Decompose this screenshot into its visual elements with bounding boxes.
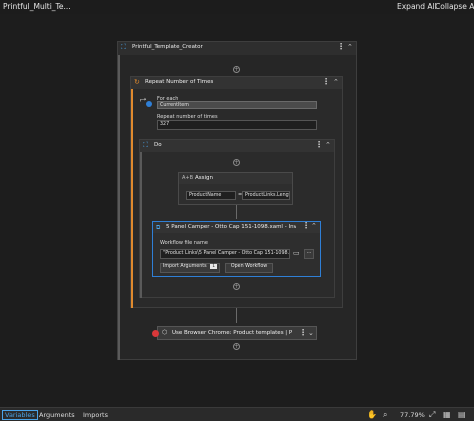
repeat-left-bar xyxy=(131,89,133,308)
repeat-header[interactable]: ↻ Repeat Number of Times ⋮ ⌃ xyxy=(131,77,342,89)
workflow-file-label: Workflow file name xyxy=(160,240,208,246)
fit-to-screen-icon[interactable]: ⤢ xyxy=(429,410,435,420)
assign-icon: A+B xyxy=(182,175,194,181)
repeat-collapse-icon[interactable]: ⌃ xyxy=(333,78,339,86)
import-arguments-label: Import Arguments xyxy=(162,264,207,269)
search-zoom-icon[interactable]: ⌕ xyxy=(383,410,387,420)
workflow-breadcrumb-title[interactable]: Printful_Multi_Te... xyxy=(3,2,71,11)
browser-icon: ⬡ xyxy=(162,329,168,336)
assign-to-field[interactable]: ProductName xyxy=(186,191,236,200)
folder-icon[interactable]: ▭ xyxy=(293,249,303,259)
browser-expand-icon[interactable]: ⌄ xyxy=(308,329,314,337)
invoke-header[interactable]: ⧉ 5 Panel Camper - Otto Cap 151-1098.xam… xyxy=(153,221,320,233)
imports-tab[interactable]: Imports xyxy=(83,411,108,419)
zoom-level[interactable]: 77.79% xyxy=(400,411,425,419)
sequence-icon: ⛶ xyxy=(121,43,126,51)
error-icon xyxy=(152,330,159,337)
repeat-title: Repeat Number of Times xyxy=(145,79,214,85)
use-browser-title: Use Browser Chrome: Product templates | … xyxy=(172,330,292,336)
invoke-workflow-icon: ⧉ xyxy=(156,224,161,231)
expand-all-button[interactable]: Expand All xyxy=(397,2,437,11)
designer-bottom-bar: Variables Arguments Imports ✋ ⌕ 77.79% ⤢… xyxy=(0,407,474,421)
add-activity-icon[interactable]: + xyxy=(233,283,240,290)
do-title: Do xyxy=(154,142,162,148)
do-collapse-icon[interactable]: ⌃ xyxy=(325,141,331,149)
sequence-menu-icon[interactable]: ⋮ xyxy=(337,42,345,51)
info-icon xyxy=(146,101,152,107)
sequence-title: Printful_Template_Creator xyxy=(132,44,203,50)
connector-line xyxy=(236,308,237,323)
do-header[interactable]: ⛶ Do ⋮ ⌃ xyxy=(140,140,334,152)
repeat-icon: ↻ xyxy=(134,78,140,86)
connector-line xyxy=(236,205,237,219)
sequence-left-bar xyxy=(118,55,120,360)
sequence-header[interactable]: ⛶ Printful_Template_Creator ⋮ ⌃ xyxy=(118,42,356,55)
browser-menu-icon[interactable]: ⋮ xyxy=(299,328,307,337)
workflow-file-field[interactable]: "Product Links\5 Panel Camper - Otto Cap… xyxy=(160,249,290,259)
hand-pan-icon[interactable]: ✋ xyxy=(367,410,377,419)
repeat-count-field[interactable]: 327 xyxy=(157,120,317,130)
outline-icon[interactable]: ▤ xyxy=(458,410,466,419)
import-arguments-button[interactable]: Import Arguments 1 xyxy=(160,263,220,273)
assign-title: Assign xyxy=(195,175,213,181)
sequence-collapse-icon[interactable]: ⌃ xyxy=(347,43,353,51)
designer-top-bar: Printful_Multi_Te... Expand All Collapse… xyxy=(0,0,474,14)
do-icon: ⛶ xyxy=(143,141,148,149)
assign-header[interactable]: A+B Assign xyxy=(179,173,292,184)
use-browser-activity[interactable]: ⬡ Use Browser Chrome: Product templates … xyxy=(152,326,317,340)
invoke-title: 5 Panel Camper - Otto Cap 151-1098.xaml … xyxy=(166,224,296,230)
variables-tab[interactable]: Variables xyxy=(2,410,38,420)
do-menu-icon[interactable]: ⋮ xyxy=(315,140,323,149)
overview-map-icon[interactable]: ▦ xyxy=(443,410,451,419)
assign-value-field[interactable]: ProductLinks.Lengt xyxy=(242,191,290,200)
invoke-workflow-activity[interactable]: ⧉ 5 Panel Camper - Otto Cap 151-1098.xam… xyxy=(152,221,321,277)
add-activity-icon[interactable]: + xyxy=(233,159,240,166)
repeat-menu-icon[interactable]: ⋮ xyxy=(322,77,330,86)
arguments-tab[interactable]: Arguments xyxy=(39,411,75,419)
add-activity-icon[interactable]: + xyxy=(233,343,240,350)
collapse-all-button[interactable]: Collapse All xyxy=(435,2,474,11)
invoke-collapse-icon[interactable]: ⌃ xyxy=(311,222,317,230)
import-arguments-count: 1 xyxy=(210,264,218,269)
add-activity-icon[interactable]: + xyxy=(233,66,240,73)
do-left-bar xyxy=(140,152,142,298)
invoke-menu-icon[interactable]: ⋮ xyxy=(302,221,310,230)
item-variable-field[interactable]: CurrentItem xyxy=(157,101,317,109)
open-workflow-button[interactable]: Open Workflow xyxy=(225,263,273,273)
assign-activity[interactable]: A+B Assign ProductName = ProductLinks.Le… xyxy=(178,172,293,205)
more-options-button[interactable]: ... xyxy=(304,249,314,259)
